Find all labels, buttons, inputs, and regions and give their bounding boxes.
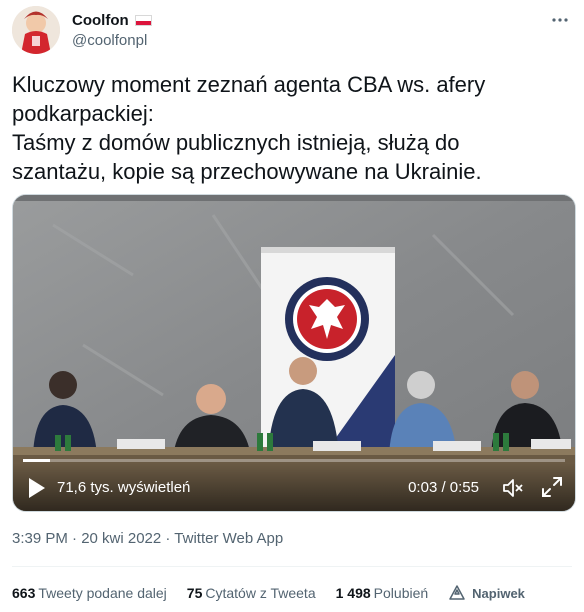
- tweet-text-line: Taśmy z domów publicznych istnieją, służ…: [12, 130, 460, 155]
- tweet-text-line: podkarpackiej:: [12, 101, 154, 126]
- video-player[interactable]: 71,6 tys. wyświetleń 0:03 / 0:55: [12, 194, 576, 512]
- likes-label: Polubień: [373, 585, 429, 601]
- tweet-stats: 663 Tweety podane dalej 75 Cytatów z Tweet…: [12, 584, 525, 602]
- display-name[interactable]: Coolfon: [72, 12, 129, 29]
- user-handle[interactable]: @coolfonpl: [72, 32, 147, 49]
- author-name-row[interactable]: Coolfon: [72, 12, 152, 29]
- retweets-label: Tweety podane dalej: [38, 585, 167, 601]
- divider: [12, 566, 572, 567]
- tweet-text: Kluczowy moment zeznań agenta CBA ws. af…: [12, 70, 572, 186]
- video-time: 0:03 / 0:55: [408, 479, 479, 496]
- tip-button[interactable]: Napiwek: [448, 584, 525, 602]
- video-progress-bar[interactable]: [23, 459, 565, 462]
- likes-count: 1 498: [335, 585, 371, 601]
- tweet-timestamp[interactable]: 3:39 PM · 20 kwi 2022 · Twitter Web App: [12, 530, 283, 547]
- view-count: 71,6 tys. wyświetleń: [57, 479, 191, 496]
- fullscreen-icon[interactable]: [541, 476, 563, 498]
- retweets-stat[interactable]: 663 Tweety podane dalej: [12, 585, 167, 601]
- more-options-icon[interactable]: [548, 8, 572, 32]
- poland-flag-icon: [134, 15, 152, 26]
- likes-stat[interactable]: 1 498 Polubień: [336, 585, 429, 601]
- quotes-count: 75: [186, 585, 203, 601]
- tip-jar-icon: [449, 585, 465, 600]
- tweet-text-line: Kluczowy moment zeznań agenta CBA ws. af…: [12, 72, 486, 97]
- tip-label: Napiwek: [472, 585, 525, 601]
- play-icon[interactable]: [27, 477, 47, 499]
- quotes-label: Cytatów z Tweeta: [205, 585, 316, 601]
- tweet-header: Coolfon @coolfonpl: [12, 6, 572, 58]
- quotes-stat[interactable]: 75 Cytatów z Tweeta: [187, 585, 316, 601]
- avatar[interactable]: [12, 6, 60, 54]
- retweets-count: 663: [12, 585, 36, 601]
- video-progress-fill: [23, 459, 51, 462]
- video-controls: 71,6 tys. wyświetleń 0:03 / 0:55: [13, 463, 575, 511]
- tweet-text-line: szantażu, kopie są przechowywane na Ukra…: [12, 159, 482, 184]
- volume-icon[interactable]: [501, 476, 525, 500]
